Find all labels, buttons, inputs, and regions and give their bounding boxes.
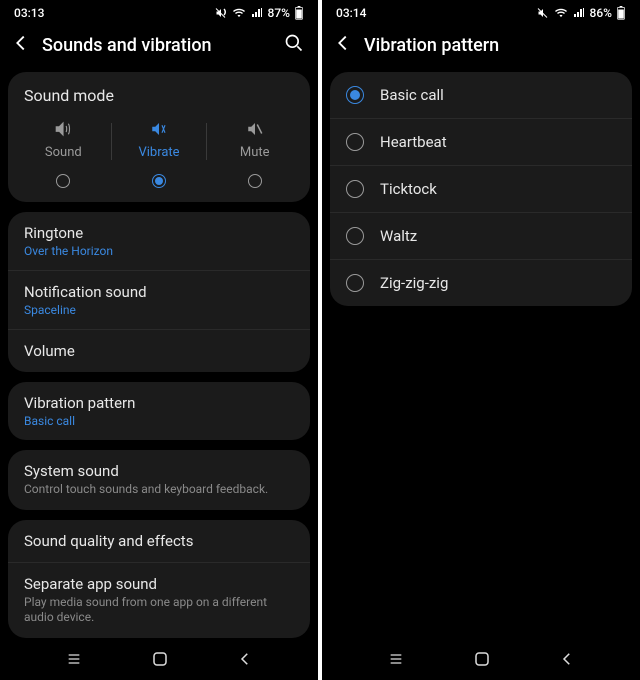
back-button[interactable] <box>332 32 354 58</box>
radio-icon <box>346 227 364 245</box>
status-time: 03:14 <box>336 6 366 20</box>
home-button[interactable] <box>473 650 491 668</box>
row-title: Volume <box>24 342 294 360</box>
back-button[interactable] <box>10 32 32 58</box>
row-sub: Control touch sounds and keyboard feedba… <box>24 482 294 498</box>
option-label: Basic call <box>380 86 444 104</box>
separate-app-sound-row[interactable]: Separate app sound Play media sound from… <box>8 563 310 638</box>
search-button[interactable] <box>284 33 304 57</box>
vibration-option-ticktock[interactable]: Ticktock <box>330 166 632 213</box>
settings-card: Sound quality and effects Separate app s… <box>8 520 310 638</box>
option-label: Ticktock <box>380 180 437 198</box>
content-area: Sound mode Sound Vibrate <box>0 72 318 640</box>
phone-left: 03:13 87% Sounds and vibration <box>0 0 318 680</box>
sound-icon <box>53 119 73 139</box>
row-sub: Over the Horizon <box>24 244 294 258</box>
battery-percent: 87% <box>268 6 290 20</box>
page-title: Sounds and vibration <box>42 35 274 56</box>
wifi-icon <box>554 7 568 19</box>
signal-icon <box>572 7 586 19</box>
phone-right: 03:14 86% Vibration pattern <box>322 0 640 680</box>
vibrate-mute-icon <box>536 7 550 19</box>
row-title: Vibration pattern <box>24 394 294 412</box>
vibrate-mute-icon <box>214 7 228 19</box>
status-bar: 03:13 87% <box>0 0 318 22</box>
nav-bar <box>322 640 640 680</box>
radio-icon <box>152 174 166 188</box>
radio-icon <box>248 174 262 188</box>
sound-mode-option-sound[interactable]: Sound <box>16 119 111 188</box>
mode-label: Mute <box>240 145 270 160</box>
system-sound-row[interactable]: System sound Control touch sounds and ke… <box>8 450 310 510</box>
nav-back-button[interactable] <box>558 650 576 668</box>
radio-icon <box>346 180 364 198</box>
sound-mode-option-mute[interactable]: Mute <box>207 119 302 188</box>
status-icons: 87% <box>214 6 304 20</box>
volume-row[interactable]: Volume <box>8 330 310 372</box>
vibrate-icon <box>149 119 169 139</box>
status-icons: 86% <box>536 6 626 20</box>
battery-icon <box>616 6 626 20</box>
settings-card: Ringtone Over the Horizon Notification s… <box>8 212 310 372</box>
sound-mode-option-vibrate[interactable]: Vibrate <box>112 119 207 188</box>
radio-icon <box>346 133 364 151</box>
sound-mode-row: Sound Vibrate Mute <box>8 115 310 202</box>
nav-back-button[interactable] <box>236 650 254 668</box>
row-title: Separate app sound <box>24 575 294 593</box>
mode-label: Sound <box>45 145 82 160</box>
option-label: Zig-zig-zig <box>380 274 448 292</box>
row-title: Ringtone <box>24 224 294 242</box>
row-title: System sound <box>24 462 294 480</box>
radio-icon <box>346 274 364 292</box>
vibration-option-heartbeat[interactable]: Heartbeat <box>330 119 632 166</box>
row-title: Sound quality and effects <box>24 532 294 550</box>
vibration-option-waltz[interactable]: Waltz <box>330 213 632 260</box>
sound-quality-row[interactable]: Sound quality and effects <box>8 520 310 563</box>
header: Sounds and vibration <box>0 22 318 72</box>
option-label: Heartbeat <box>380 133 447 151</box>
row-sub: Spaceline <box>24 303 294 317</box>
vibration-option-zigzigzig[interactable]: Zig-zig-zig <box>330 260 632 306</box>
option-label: Waltz <box>380 227 417 245</box>
nav-bar <box>0 640 318 680</box>
status-time: 03:13 <box>14 6 44 20</box>
radio-icon <box>56 174 70 188</box>
row-sub: Basic call <box>24 414 294 428</box>
vibration-option-basic-call[interactable]: Basic call <box>330 72 632 119</box>
row-sub: Play media sound from one app on a diffe… <box>24 595 294 626</box>
battery-icon <box>294 6 304 20</box>
signal-icon <box>250 7 264 19</box>
recents-button[interactable] <box>386 651 406 667</box>
row-title: Notification sound <box>24 283 294 301</box>
mute-icon <box>245 119 265 139</box>
vibration-options-card: Basic call Heartbeat Ticktock Waltz Zig-… <box>330 72 632 306</box>
wifi-icon <box>232 7 246 19</box>
vibration-pattern-row[interactable]: Vibration pattern Basic call <box>8 382 310 440</box>
battery-percent: 86% <box>590 6 612 20</box>
header: Vibration pattern <box>322 22 640 72</box>
settings-card: System sound Control touch sounds and ke… <box>8 450 310 510</box>
home-button[interactable] <box>151 650 169 668</box>
page-title: Vibration pattern <box>364 35 626 56</box>
settings-card: Vibration pattern Basic call <box>8 382 310 440</box>
sound-mode-title: Sound mode <box>8 72 310 115</box>
ringtone-row[interactable]: Ringtone Over the Horizon <box>8 212 310 271</box>
sound-mode-card: Sound mode Sound Vibrate <box>8 72 310 202</box>
radio-icon <box>346 86 364 104</box>
status-bar: 03:14 86% <box>322 0 640 22</box>
recents-button[interactable] <box>64 651 84 667</box>
mode-label: Vibrate <box>138 145 179 160</box>
notification-sound-row[interactable]: Notification sound Spaceline <box>8 271 310 330</box>
content-area: Basic call Heartbeat Ticktock Waltz Zig-… <box>322 72 640 640</box>
